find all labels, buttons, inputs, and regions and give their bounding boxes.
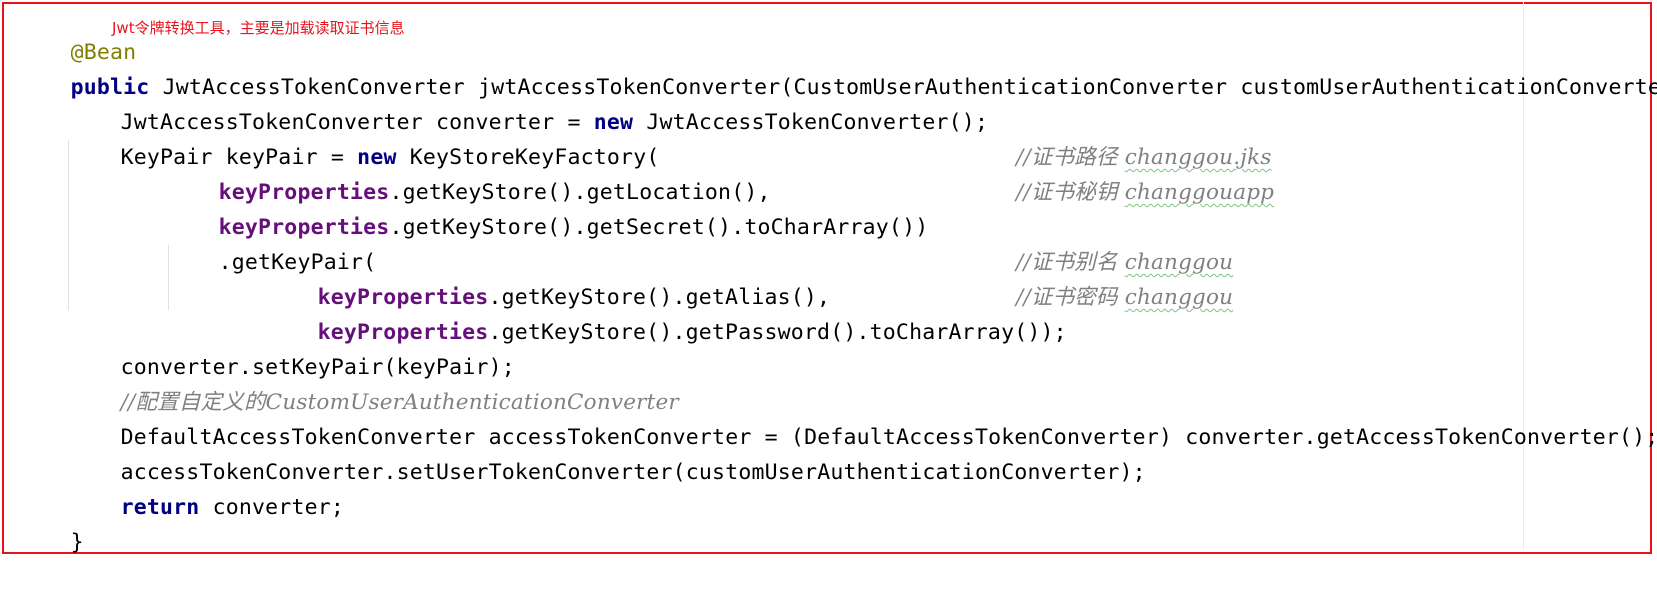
code-line-2: public JwtAccessTokenConverter jwtAccess… [18,35,1657,100]
code-line-10: converter.setKeyPair(keyPair); [68,315,515,380]
code-text: converter; [199,495,345,520]
comment-value: changgou [1124,285,1234,310]
code-line-1: @Bean [18,0,137,65]
code-line-13: accessTokenConverter.setUserTokenConvert… [68,420,1146,485]
code-line-6: keyProperties.getKeyStore().getSecret().… [166,175,1566,240]
comment: //证书秘钥 changgouapp [1016,175,1274,210]
code-line-14: return converter; [68,455,344,520]
code-text: JwtAccessTokenConverter(); [633,110,989,135]
comment-value: changgouapp [1124,180,1275,205]
code-line-12: DefaultAccessTokenConverter accessTokenC… [68,385,1657,450]
comment-prefix: //证书别名 [1016,250,1125,275]
comment: //证书路径 changgou.jks [1016,140,1272,175]
comment-value: changgou [1124,250,1234,275]
keyword-return: return [120,495,200,520]
closing-brace: } [70,530,84,555]
comment-prefix: //证书秘钥 [1016,180,1125,205]
code-text: .getKeyStore().getSecret().toCharArray()… [389,215,929,240]
comment-prefix: //证书密码 [1016,285,1125,310]
code-text: .getKeyStore().getPassword().toCharArray… [488,320,1067,345]
comment-prefix: //证书路径 [1016,145,1125,170]
code-line-11: //配置自定义的CustomUserAuthenticationConverte… [68,350,679,415]
code-line-9: keyProperties.getKeyStore().getPassword(… [265,280,1565,345]
code-line-3: JwtAccessTokenConverter converter = new … [68,70,988,135]
code-line-4: KeyPair keyPair = new KeyStoreKeyFactory… [68,105,660,170]
comment: //证书密码 changgou [1016,280,1233,315]
code-line-7: .getKeyPair( [166,210,377,275]
comment: //证书别名 changgou [1016,245,1233,280]
code-line-8: keyProperties.getKeyStore().getAlias(), … [265,245,1565,310]
code-line-15: } [18,490,84,555]
comment-value: changgou.jks [1124,145,1272,170]
code-line-5: keyProperties.getKeyStore().getLocation(… [166,140,1566,205]
